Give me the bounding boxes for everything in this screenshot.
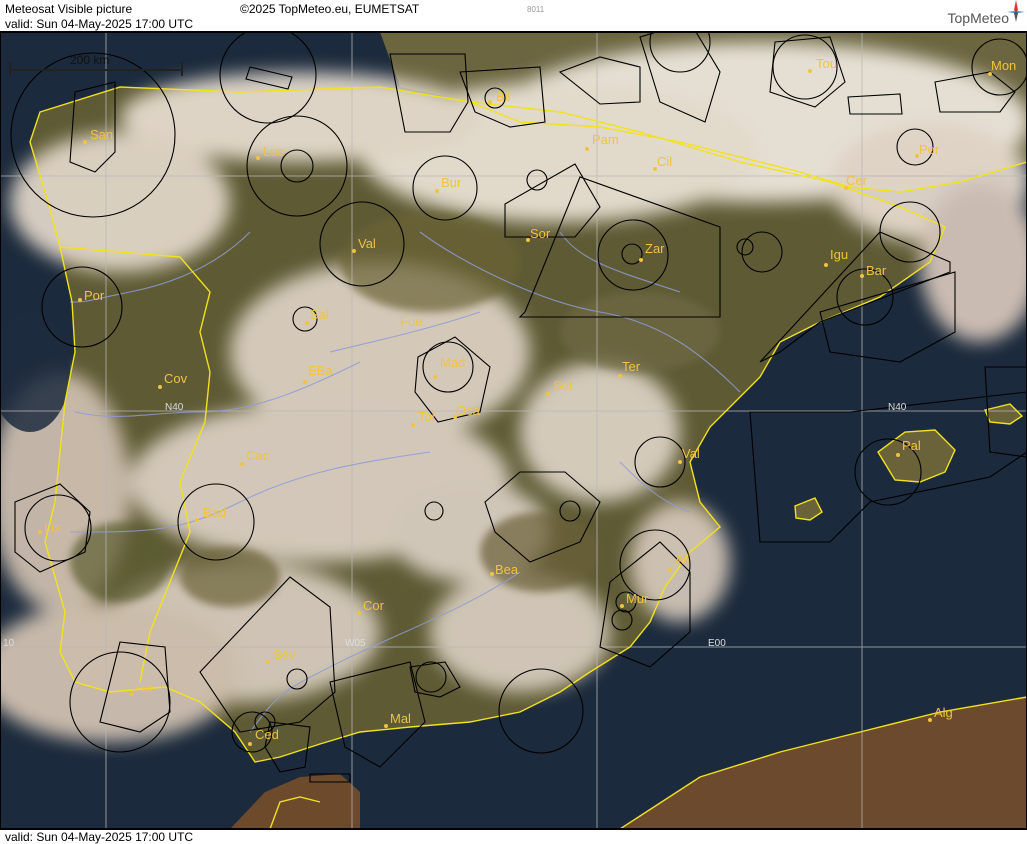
city-label-mad[interactable]: Mad <box>440 355 465 370</box>
city-label-val-east[interactable]: Val <box>682 446 700 461</box>
brand-logo-text[interactable]: TopMeteo <box>948 10 1009 26</box>
valid-time-top: valid: Sun 04-May-2025 17:00 UTC <box>5 17 194 31</box>
city-label-tou[interactable]: Tou <box>816 56 837 71</box>
city-label-bil[interactable]: Bil <box>496 89 511 104</box>
scale-bar-label: 200 km <box>70 53 109 67</box>
city-label-pam[interactable]: Pam <box>592 132 619 147</box>
city-label-val-north[interactable]: Val <box>358 236 376 251</box>
city-label-cor[interactable]: Cor <box>363 598 385 613</box>
city-label-sor[interactable]: Sor <box>530 226 551 241</box>
grid-label-w10: 10 <box>3 638 15 649</box>
satellite-map[interactable]: 200 km N40 N40 W05 E00 10 San Luc Bil Pa… <box>0 32 1027 829</box>
city-label-sal[interactable]: Sal <box>310 307 329 322</box>
image-id-text: 8011 <box>527 5 545 14</box>
city-label-fue[interactable]: Fue <box>400 314 422 329</box>
grid-label-n40-west: N40 <box>165 402 184 413</box>
city-label-cac[interactable]: Cac <box>246 448 270 463</box>
grid-label-e00: E00 <box>708 638 726 649</box>
city-label-sev[interactable]: Sev <box>273 647 296 662</box>
city-label-lis[interactable]: Lis <box>44 520 61 535</box>
city-label-cov[interactable]: Cov <box>164 371 188 386</box>
city-label-mur[interactable]: Mur <box>626 591 649 606</box>
city-label-per[interactable]: Per <box>919 142 940 157</box>
city-label-zar[interactable]: Zar <box>645 241 665 256</box>
city-label-ali[interactable]: Ali <box>675 552 690 567</box>
city-label-sot[interactable]: Sot <box>553 378 573 393</box>
city-label-bea[interactable]: Bea <box>495 562 519 577</box>
copyright-text: ©2025 TopMeteo.eu, EUMETSAT <box>240 2 420 16</box>
grid-label-w05: W05 <box>345 638 366 649</box>
city-label-bad[interactable]: Bad <box>203 505 226 520</box>
page-title: Meteosat Visible picture <box>5 2 133 16</box>
city-label-oca[interactable]: Oca <box>456 403 481 418</box>
header-bar: Meteosat Visible picture ©2025 TopMeteo.… <box>0 0 1027 32</box>
city-label-cil[interactable]: Cil <box>657 154 672 169</box>
footer-bar: valid: Sun 04-May-2025 17:00 UTC <box>0 829 1027 844</box>
city-label-pal[interactable]: Pal <box>902 438 921 453</box>
city-label-tol[interactable]: Tol <box>418 409 435 424</box>
city-label-mon[interactable]: Mon <box>991 58 1016 73</box>
city-label-luc[interactable]: Luc <box>263 144 284 159</box>
city-label-san[interactable]: San <box>90 127 113 142</box>
city-label-far[interactable]: Far <box>134 680 154 695</box>
city-label-igu[interactable]: Igu <box>830 247 848 262</box>
city-label-ter[interactable]: Ter <box>622 359 641 374</box>
grid-label-n40-east: N40 <box>888 402 907 413</box>
city-label-cer[interactable]: Cer <box>846 173 868 188</box>
valid-time-bottom: valid: Sun 04-May-2025 17:00 UTC <box>5 830 194 844</box>
city-label-ced[interactable]: Ced <box>255 727 279 742</box>
compass-star-icon <box>1007 0 1025 22</box>
city-label-por[interactable]: Por <box>84 288 105 303</box>
city-label-mal[interactable]: Mal <box>390 711 411 726</box>
city-label-bar[interactable]: Bar <box>866 263 887 278</box>
city-label-eba[interactable]: EBa <box>308 363 333 378</box>
city-label-bur[interactable]: Bur <box>441 175 462 190</box>
city-label-alg[interactable]: Alg <box>934 705 953 720</box>
